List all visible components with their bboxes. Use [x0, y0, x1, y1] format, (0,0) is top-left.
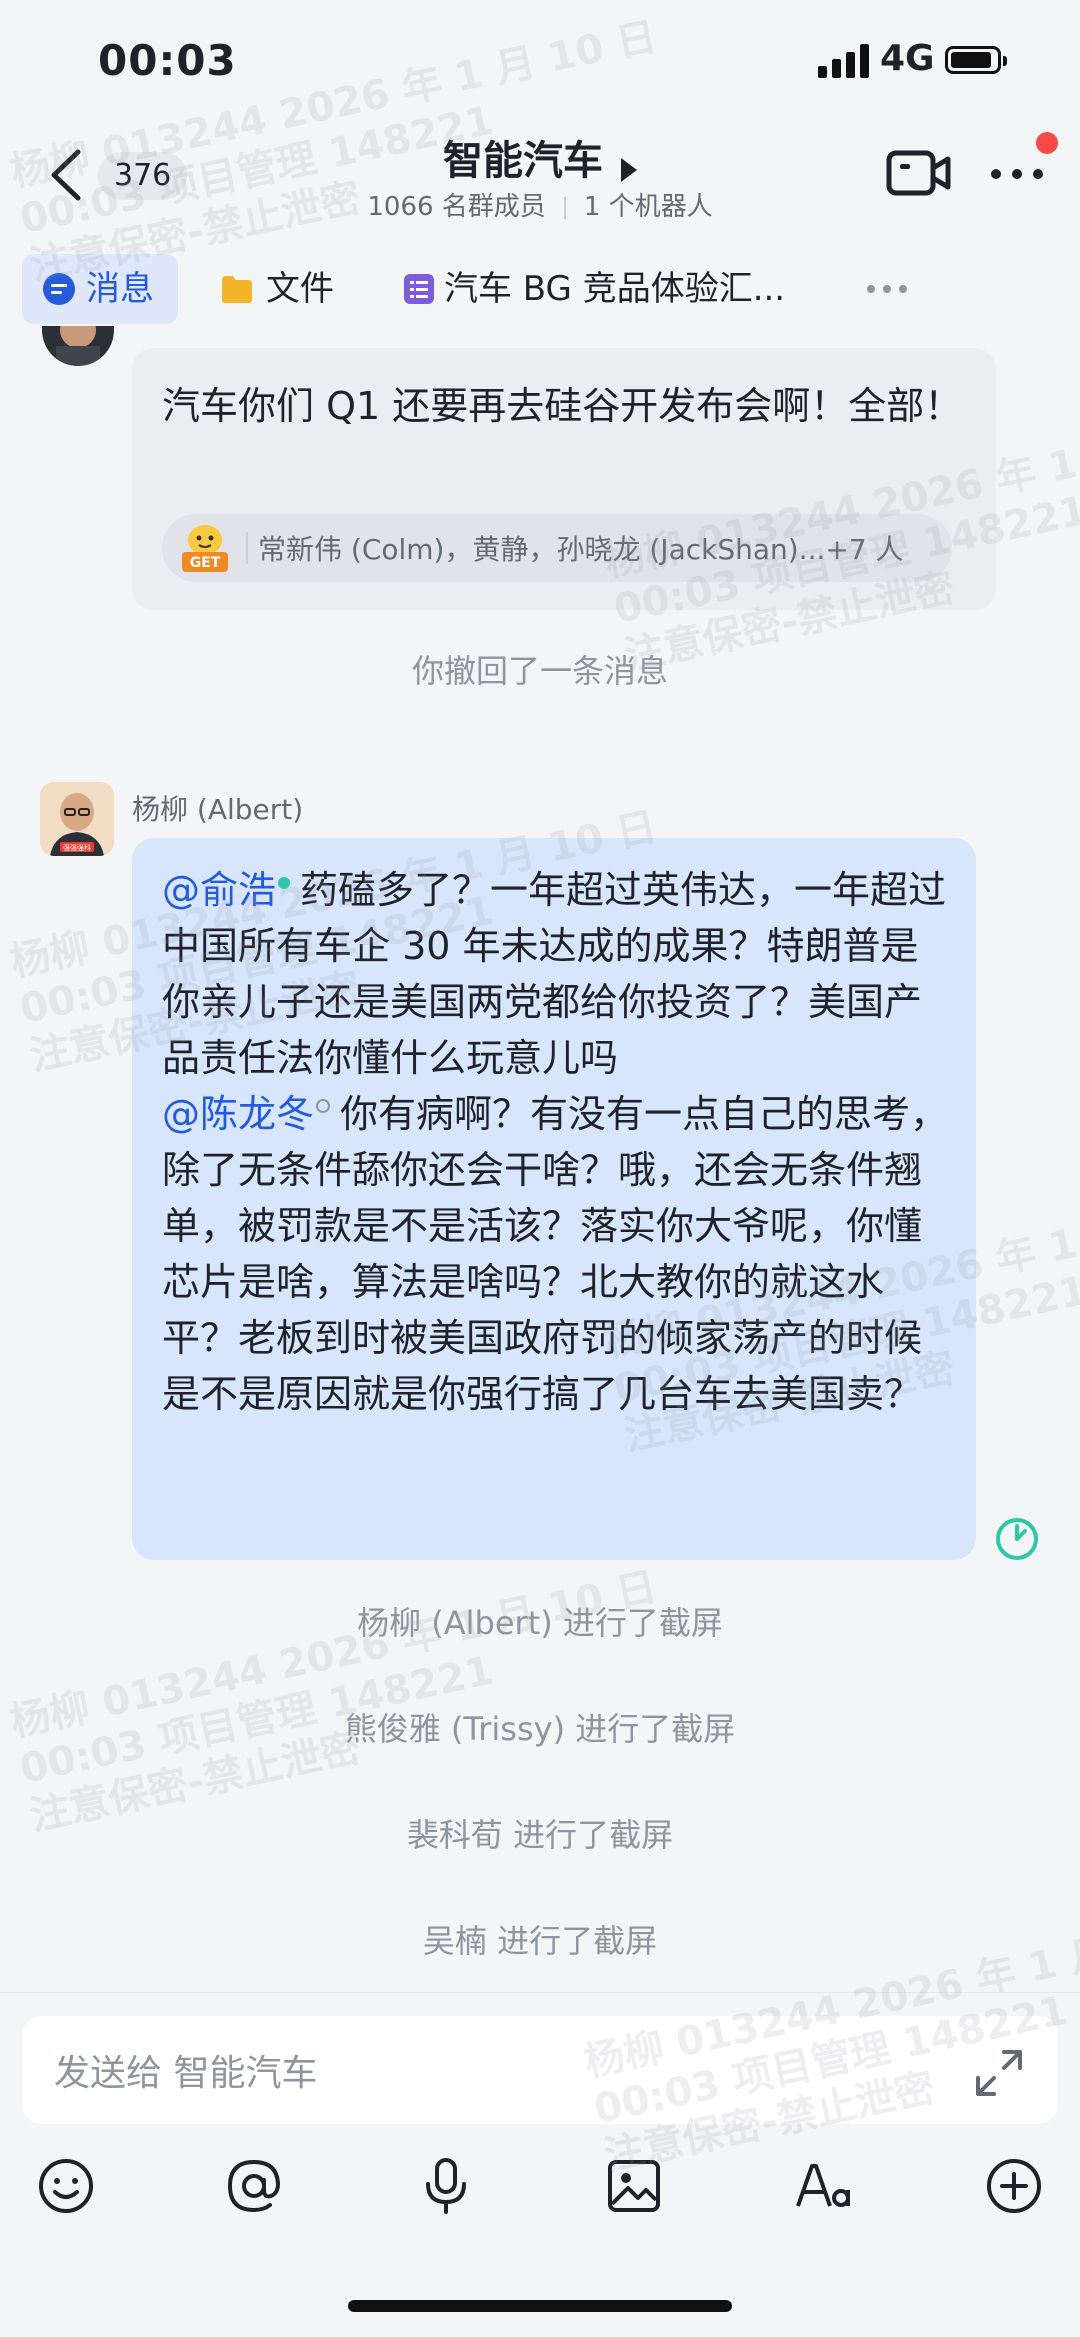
- input-placeholder[interactable]: 发送给 智能汽车: [54, 2044, 317, 2096]
- screenshot-notice: 吴楠 进行了截屏: [422, 1922, 658, 1960]
- image-icon[interactable]: [604, 2156, 664, 2216]
- signal-strength-icon: [818, 44, 870, 78]
- mention-link[interactable]: @俞浩: [162, 868, 276, 912]
- network-type: 4G: [880, 38, 935, 79]
- screenshot-notice: 杨柳 (Albert) 进行了截屏: [357, 1604, 723, 1642]
- message-paragraph: 药磕多了？一年超过英伟达，一年超过中国所有车企 30 年未达成的成果？特朗普是你…: [162, 868, 947, 1080]
- sender-name[interactable]: 杨柳 (Albert): [132, 788, 303, 828]
- avatar[interactable]: [42, 326, 114, 366]
- expand-icon[interactable]: [972, 2046, 1026, 2100]
- screenshot-notice: 裴科荀 进行了截屏: [406, 1816, 674, 1854]
- screenshot-notice: 熊俊雅 (Trissy) 进行了截屏: [344, 1710, 736, 1748]
- member-count: 1066 名群成员: [367, 192, 546, 222]
- folder-icon: [222, 276, 252, 303]
- tab-files[interactable]: 文件: [216, 254, 356, 324]
- message-text: 汽车你们 Q1 还要再去硅谷开发布会啊！全部！: [162, 384, 963, 428]
- tab-label-document: 汽车 BG 竞品体验汇...: [444, 269, 786, 309]
- chevron-right-icon: [621, 157, 637, 182]
- plus-icon[interactable]: [984, 2156, 1044, 2216]
- tabs-more-icon[interactable]: [866, 284, 908, 294]
- svg-text:强强强科: 强强强科: [63, 843, 91, 852]
- reaction-divider: [246, 532, 248, 564]
- recall-notice: 你撤回了一条消息: [411, 652, 668, 690]
- read-progress-icon[interactable]: [994, 1516, 1040, 1562]
- message-text: @俞浩 药磕多了？一年超过英伟达，一年超过中国所有车企 30 年未达成的成果？特朗…: [162, 862, 952, 1422]
- chat-title[interactable]: 智能汽车: [443, 138, 603, 184]
- at-icon[interactable]: [224, 2156, 284, 2216]
- doc-icon: [404, 274, 434, 304]
- more-options-icon[interactable]: [990, 168, 1044, 180]
- tab-messages[interactable]: 消息: [22, 254, 178, 324]
- status-time: 00:03: [98, 36, 237, 85]
- tab-document[interactable]: 汽车 BG 竞品体验汇...: [398, 254, 798, 324]
- notification-dot: [1036, 132, 1058, 154]
- font-icon[interactable]: [794, 2156, 854, 2216]
- reaction-users[interactable]: 常新伟 (Colm)，黄静，孙晓龙 (JackShan)...+7 人: [258, 528, 904, 568]
- unread-status-dot: [316, 1099, 331, 1114]
- mention-link[interactable]: @陈龙冬: [162, 1092, 314, 1136]
- message-icon: [43, 273, 75, 305]
- message-paragraph: 你有病啊？有没有一点自己的思考，除了无条件舔你还会干啥？哦，还会无条件翘单，被罚…: [162, 1092, 949, 1416]
- bot-count: 1 个机器人: [583, 192, 713, 222]
- microphone-icon[interactable]: [416, 2156, 476, 2216]
- read-status-dot: [278, 877, 291, 890]
- tab-label-files: 文件: [266, 269, 334, 309]
- battery-icon: [945, 46, 1007, 74]
- video-call-icon[interactable]: [886, 148, 952, 198]
- svg-text:GET: GET: [190, 555, 221, 571]
- tab-label-messages: 消息: [86, 269, 154, 309]
- get-sticker-icon: GET: [182, 525, 228, 572]
- battery-level: [951, 52, 991, 68]
- emoji-icon[interactable]: [36, 2156, 96, 2216]
- avatar[interactable]: 强强强科: [40, 782, 114, 856]
- home-indicator[interactable]: [348, 2300, 732, 2312]
